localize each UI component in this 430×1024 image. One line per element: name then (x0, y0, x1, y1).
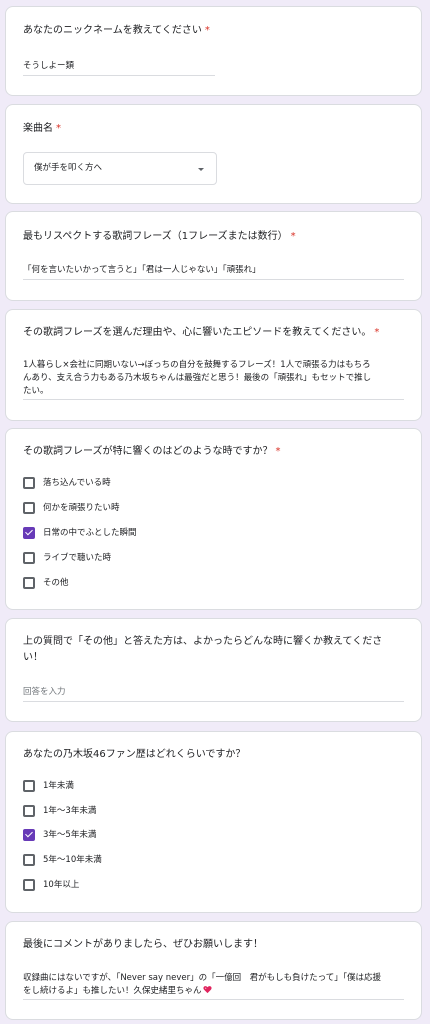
question-title: 最後にコメントがありましたら、ぜひお願いします！ (23, 939, 263, 950)
question-card-nickname: あなたのニックネームを教えてください * そうしよー類 (5, 6, 422, 96)
comment-answer[interactable]: 収録曲にはないですが、「Never say never」の「一億回 君がもしも負… (23, 972, 404, 998)
option-label: ライブで聴いた時 (43, 553, 112, 563)
option-label: 3年〜5年未満 (43, 830, 97, 840)
checkbox[interactable] (23, 577, 35, 589)
form-page: あなたのニックネームを教えてください * そうしよー類 楽曲名 * 僕が手を叩く方へ… (0, 0, 430, 1024)
question-title: あなたのニックネームを教えてください * (23, 25, 210, 36)
required-asterisk: * (204, 25, 210, 36)
checkbox-checked[interactable] (23, 527, 35, 539)
question-card-lyric: 最もリスペクトする歌詞フレーズ（1フレーズまたは数行） * 「何を言いたいかって言… (5, 211, 422, 301)
required-asterisk: * (275, 446, 281, 457)
comment-input-underline (23, 999, 404, 1000)
question-card-song: 楽曲名 * 僕が手を叩く方へ (5, 104, 422, 204)
required-asterisk: * (374, 327, 380, 338)
other-input-underline (23, 701, 404, 702)
checkbox[interactable] (23, 780, 35, 792)
option-label: 5年〜10年未満 (43, 855, 102, 865)
checkbox[interactable] (23, 805, 35, 817)
checkbox[interactable] (23, 477, 35, 489)
answer-line: たい。 (23, 386, 49, 396)
question-title: あなたの乃木坂46ファン歴はどれくらいですか？ (23, 749, 246, 760)
nickname-input-underline (23, 75, 215, 76)
title-line: 上の質問で「その他」と答えた方は、よかったらどんな時に響くか教えてくださ (23, 636, 383, 647)
question-title: その歌詞フレーズを選んだ理由や、心に響いたエピソードを教えてください。 * (23, 327, 380, 338)
dropdown-arrow-icon (198, 168, 204, 171)
nickname-answer[interactable]: そうしよー類 (23, 60, 404, 73)
option-label: 1年未満 (43, 781, 74, 791)
question-card-when: その歌詞フレーズが特に響くのはどのような時ですか？ * 落ち込んでいる時 何かを頑… (5, 428, 422, 610)
lyric-answer[interactable]: 「何を言いたいかって言うと」「君は一人じゃない」「頑張れ」 (23, 264, 404, 277)
checkbox-checked[interactable] (23, 829, 35, 841)
question-card-other: 上の質問で「その他」と答えた方は、よかったらどんな時に響くか教えてくださ い！ … (5, 618, 422, 722)
other-input[interactable]: 回答を入力 (23, 686, 404, 699)
question-title: 楽曲名 * (23, 123, 61, 134)
checkbox[interactable] (23, 854, 35, 866)
question-card-reason: その歌詞フレーズを選んだ理由や、心に響いたエピソードを教えてください。 * 1人暮… (5, 309, 422, 421)
question-title: その歌詞フレーズが特に響くのはどのような時ですか？ * (23, 446, 281, 457)
option-label: その他 (43, 578, 69, 588)
option-label: 落ち込んでいる時 (43, 478, 111, 488)
option-label: 日常の中でふとした瞬間 (43, 528, 137, 538)
question-title: 最もリスペクトする歌詞フレーズ（1フレーズまたは数行） * (23, 231, 296, 242)
answer-line: んあり、支え合う力もある乃木坂ちゃんは最強だと思う！最後の「頑張れ」もセットで推… (23, 373, 372, 383)
checkbox[interactable] (23, 502, 35, 514)
reason-input-underline (23, 399, 404, 400)
answer-line: 収録曲にはないですが、「Never say never」の「一億回 君がもしも負… (23, 973, 381, 983)
lyric-input-underline (23, 279, 404, 280)
option-label: 1年〜3年未満 (43, 806, 97, 816)
answer-line-text: をし続けるよ」も推したい！久保史緒里ちゃん (23, 986, 202, 996)
question-card-comment: 最後にコメントがありましたら、ぜひお願いします！ 収録曲にはないですが、「Nev… (5, 921, 422, 1020)
song-dropdown[interactable]: 僕が手を叩く方へ (23, 152, 217, 185)
answer-line: をし続けるよ」も推したい！久保史緒里ちゃん (23, 985, 404, 998)
title-line: い！ (23, 652, 43, 663)
reason-answer[interactable]: 1人暮らし×会社に同期いない→ぼっちの自分を鼓舞するフレーズ！1人で頑張る力はも… (23, 359, 404, 398)
song-dropdown-value: 僕が手を叩く方へ (34, 163, 103, 173)
question-title: 上の質問で「その他」と答えた方は、よかったらどんな時に響くか教えてくださ い！ (23, 634, 404, 666)
required-asterisk: * (56, 123, 61, 134)
checkbox[interactable] (23, 879, 35, 891)
option-label: 10年以上 (43, 880, 80, 890)
required-asterisk: * (290, 231, 296, 242)
checkbox[interactable] (23, 552, 35, 564)
answer-line: 1人暮らし×会社に同期いない→ぼっちの自分を鼓舞するフレーズ！1人で頑張る力はも… (23, 360, 371, 370)
question-card-fan-history: あなたの乃木坂46ファン歴はどれくらいですか？ 1年未満 1年〜3年未満 3年〜… (5, 731, 422, 913)
sparkling-heart-icon (202, 986, 212, 994)
option-label: 何かを頑張りたい時 (43, 503, 120, 513)
